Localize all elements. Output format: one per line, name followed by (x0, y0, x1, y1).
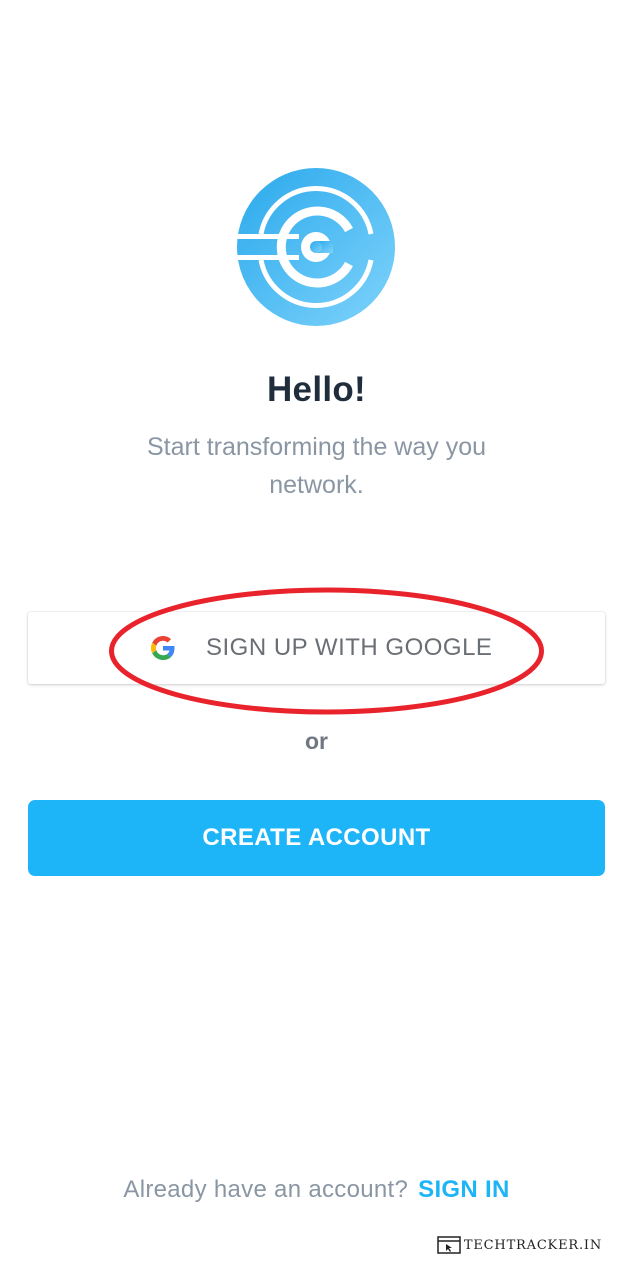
watermark: TECHTRACKER.IN (437, 1234, 602, 1256)
create-account-button[interactable]: CREATE ACCOUNT (28, 800, 605, 876)
watermark-text: TECHTRACKER.IN (463, 1237, 602, 1253)
or-divider: or (305, 728, 328, 754)
app-logo-icon (237, 168, 395, 326)
account-prompt: Already have an account? (123, 1176, 409, 1203)
signin-footer: Already have an account? SIGN IN (0, 1172, 633, 1208)
signin-link[interactable]: SIGN IN (418, 1176, 509, 1203)
google-signup-button[interactable]: SIGN UP WITH GOOGLE (28, 612, 605, 684)
google-signup-label: SIGN UP WITH GOOGLE (206, 634, 493, 661)
browser-cursor-icon (437, 1236, 461, 1254)
page-subtitle: Start transforming the way you network. (146, 433, 487, 499)
google-g-icon (151, 636, 175, 660)
page-title: Hello! (266, 370, 367, 409)
